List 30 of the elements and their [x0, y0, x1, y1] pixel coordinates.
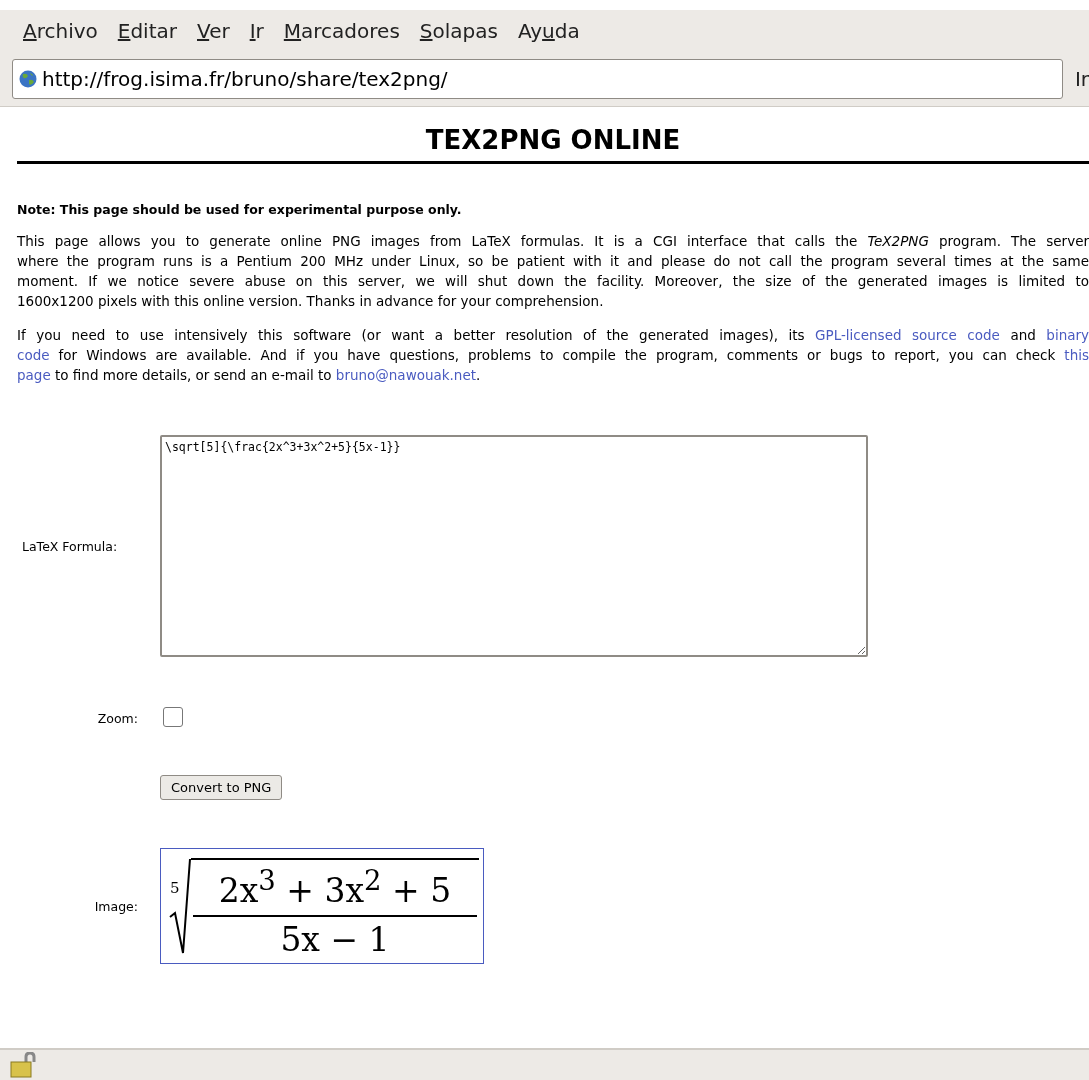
address-field[interactable]: http://frog.isima.fr/bruno/share/tex2png/ [12, 59, 1063, 99]
menu-item[interactable]: Ir [249, 19, 264, 43]
zoom-checkbox[interactable] [163, 707, 183, 727]
zoom-label: Zoom: [96, 711, 138, 726]
convert-button[interactable]: Convert to PNG [160, 775, 283, 800]
menu-item[interactable]: Ayuda [517, 19, 580, 43]
link[interactable]: binary [1046, 327, 1089, 343]
denominator: 5x − 1 [280, 919, 390, 961]
formula-label: LaTeX Formula: [21, 538, 119, 554]
url-text: http://frog.isima.fr/bruno/share/tex2png/ [42, 67, 448, 91]
numerator: 2x$^{3}$ + 3x$^{2}$ + 5 [218, 863, 452, 911]
menu-item[interactable]: Marcadores [283, 19, 400, 43]
intro-paragraph: This page allows you to generate online PNG images from LaTeX formulas. It is a CGI interface that calls the TeX2PNG program. The server where the program runs is a Pentium 200 MHz under Linux, so be patient with it and please do not call the program several times at the same moment. If we notice severe abuse on this server, we will shut down the facility. Moreover, the size of the generated images is limited to 1600x1200 pixels with this online version. Thanks in advance for your comprehension. [17, 232, 1089, 311]
menu-item[interactable]: Ver [197, 19, 230, 43]
info-paragraph: If you need to use intensively this software (or want a better resolution of the generated images), its GPL-licensed source code and binary code for Windows are available. And if you have questions, problems to compile the program, comments or bugs to report, you can check this page to find more details, or send an e-mail to bruno@nawouak.net. [17, 326, 1089, 385]
go-button[interactable]: Ir [1062, 67, 1089, 91]
page-title: TEX2PNG ONLINE [424, 124, 682, 155]
formula-textarea[interactable]: \sqrt[5]{\frac{2x^3+3x^2+5}{5x-1}} [160, 435, 868, 657]
note-text: Note: This page should be used for experimental purpose only. [17, 202, 463, 217]
root-index: 5 [170, 879, 180, 897]
link[interactable]: code [17, 347, 50, 363]
image-label: Image: [93, 898, 138, 914]
globe-icon [19, 70, 37, 88]
link[interactable]: GPL-licensed source code [815, 327, 1000, 343]
menu-item[interactable]: Solapas [419, 19, 498, 43]
link[interactable]: page [17, 367, 51, 383]
lock-icon [10, 1052, 38, 1078]
link[interactable]: this [1064, 347, 1089, 363]
menu-item[interactable]: Archivo [23, 19, 98, 43]
menu-item[interactable]: Editar [117, 19, 177, 43]
